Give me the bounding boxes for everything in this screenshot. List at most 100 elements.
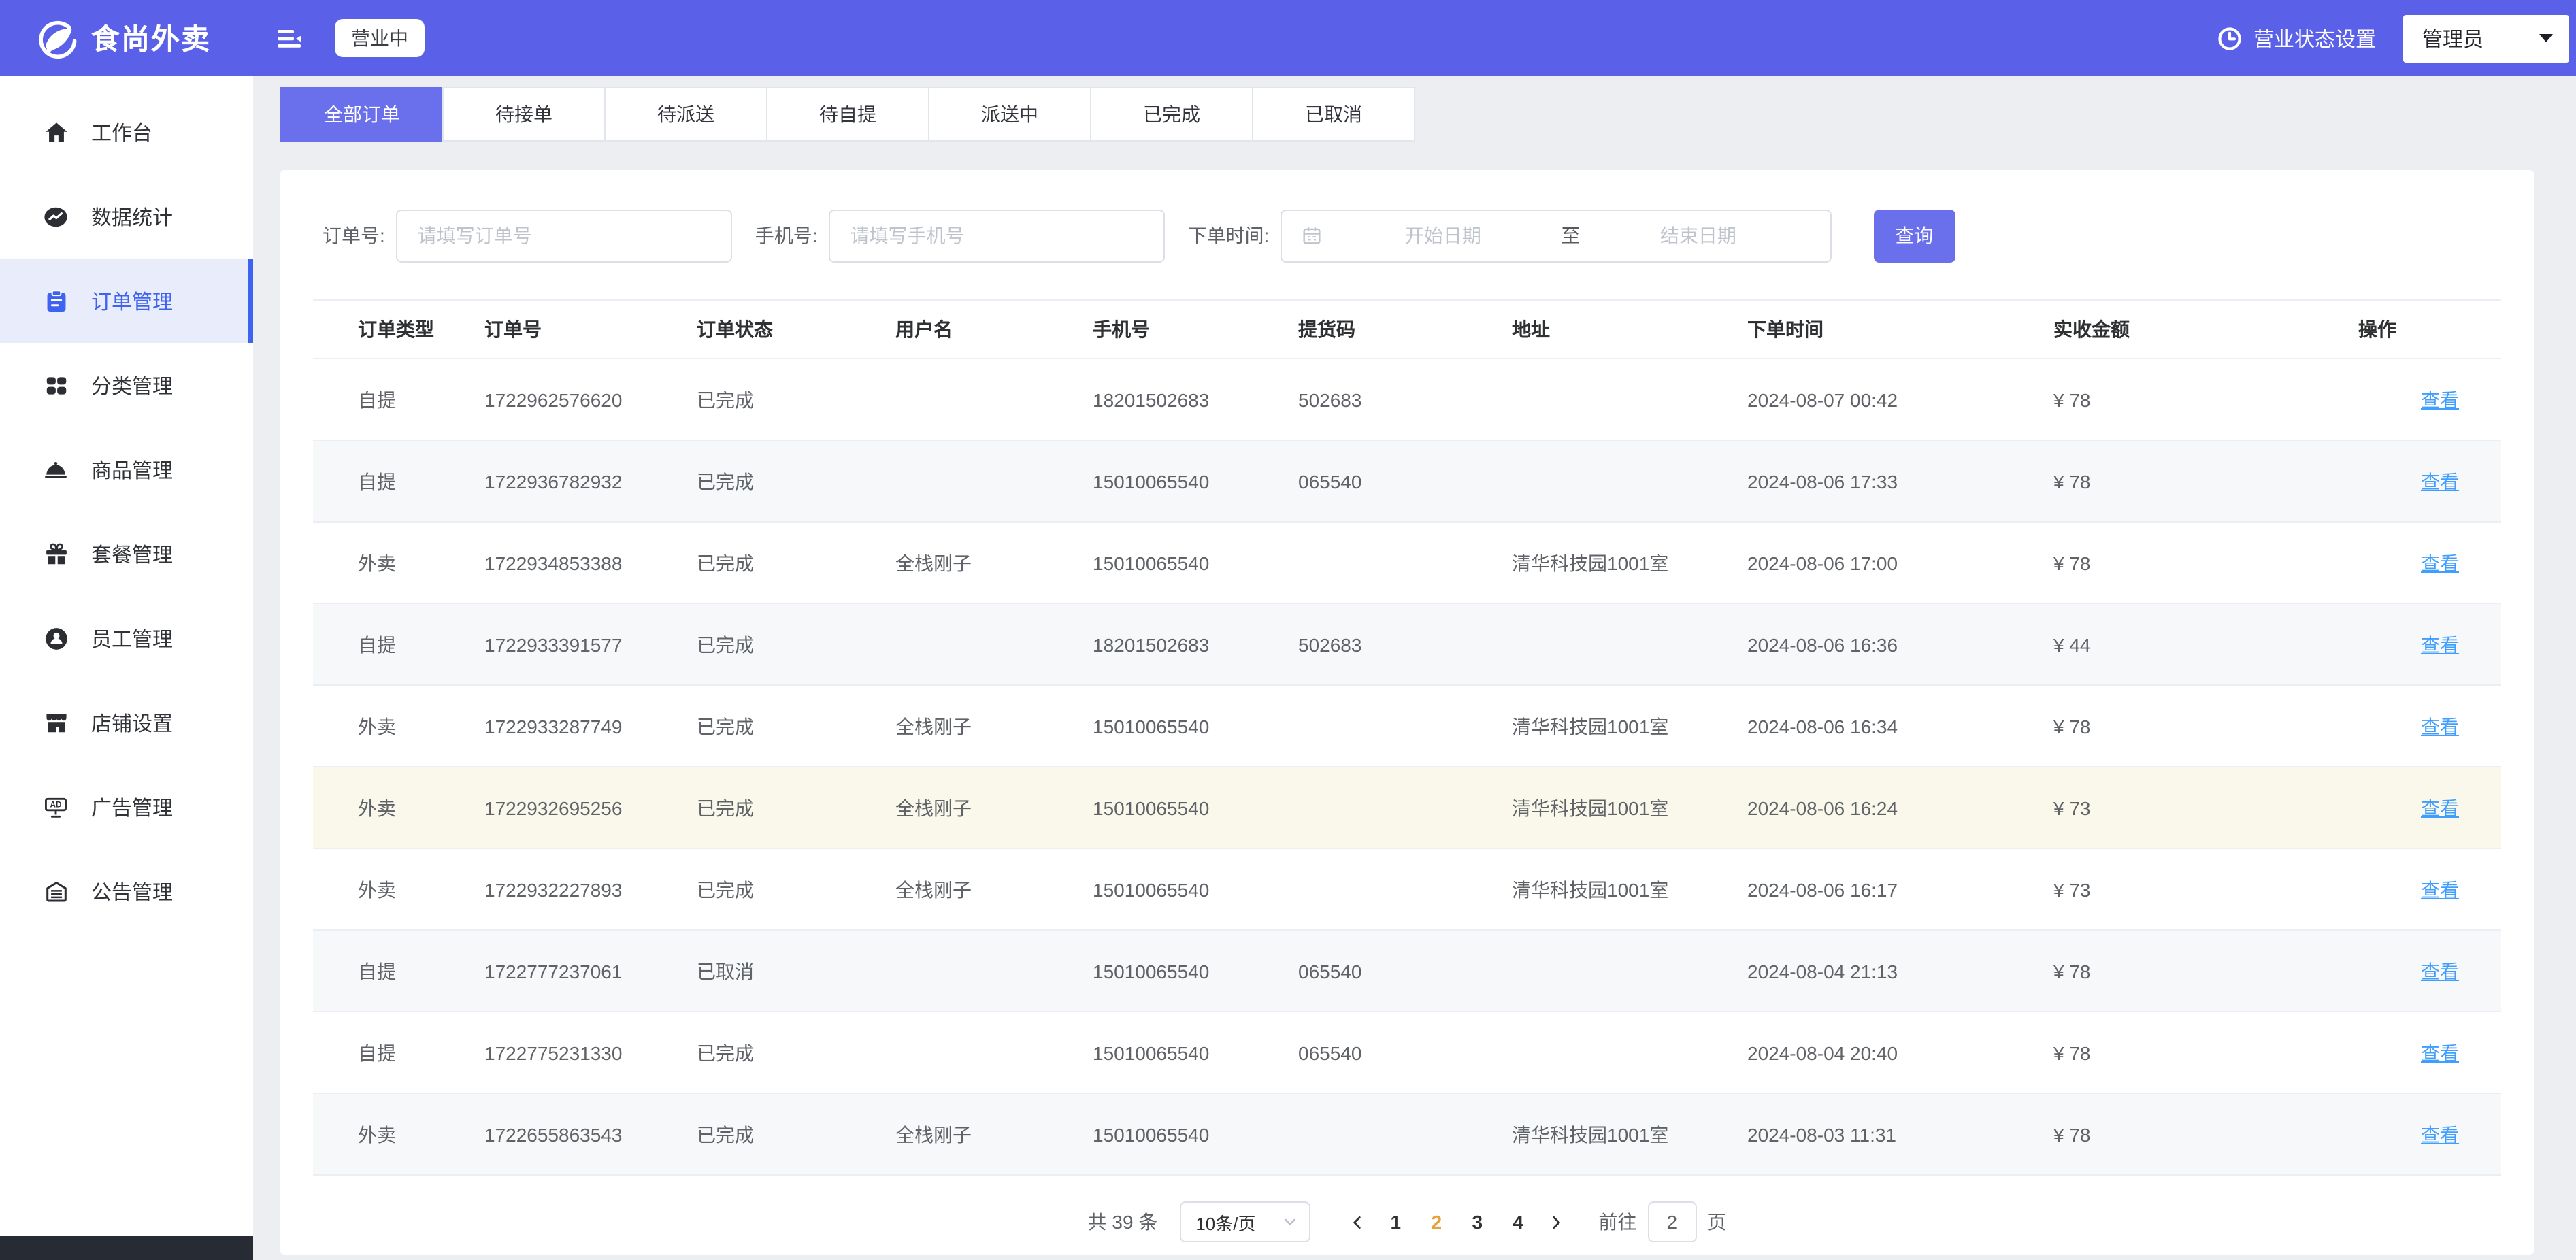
view-link[interactable]: 查看 <box>2421 552 2459 574</box>
sidebar-item-workbench[interactable]: 工作台 <box>0 90 253 174</box>
tab-pending-accept[interactable]: 待接单 <box>442 87 606 142</box>
cell-order-no: 1722775231330 <box>484 1042 697 1063</box>
sidebar-item-categories[interactable]: 分类管理 <box>0 343 253 427</box>
col-username: 用户名 <box>895 316 1093 343</box>
cell-amount: ¥ 78 <box>2053 1123 2358 1145</box>
sidebar-item-label: 商品管理 <box>91 455 173 484</box>
sidebar-item-combos[interactable]: 套餐管理 <box>0 512 253 596</box>
phone-input[interactable] <box>829 209 1165 262</box>
sidebar-item-employees[interactable]: 员工管理 <box>0 596 253 680</box>
tab-delivering[interactable]: 派送中 <box>928 87 1091 142</box>
cell-order-no: 1722936782932 <box>484 470 697 492</box>
cell-type: 自提 <box>313 467 484 495</box>
orders-card: 订单号: 手机号: 下单时间: 开始日期 至 结束日期 <box>280 170 2534 1255</box>
cell-time: 2024-08-06 17:00 <box>1747 552 2053 574</box>
view-link[interactable]: 查看 <box>2421 1123 2459 1145</box>
tab-completed[interactable]: 已完成 <box>1090 87 1253 142</box>
brand: 食尚外卖 <box>0 15 253 61</box>
cell-status: 已完成 <box>697 712 895 740</box>
prev-page-button[interactable] <box>1340 1201 1375 1242</box>
sidebar: 工作台 数据统计 订单管理 分类管理 <box>0 76 253 1260</box>
employee-icon <box>42 625 69 652</box>
table-row: 自提1722775231330已完成150100655400655402024-… <box>313 1012 2501 1094</box>
top-bar: 食尚外卖 营业中 营业状态设置 管理员 <box>0 0 2576 76</box>
sidebar-item-dishes[interactable]: 商品管理 <box>0 427 253 512</box>
table-row: 外卖1722655863543已完成全栈刚子15010065540清华科技园10… <box>313 1094 2501 1176</box>
goto-page-input[interactable] <box>1647 1201 1696 1242</box>
cell-address: 清华科技园1001室 <box>1512 876 1747 903</box>
view-link[interactable]: 查看 <box>2421 633 2459 655</box>
search-button[interactable]: 查询 <box>1873 209 1955 262</box>
cell-username: 全栈刚子 <box>895 876 1093 903</box>
date-range-input[interactable]: 开始日期 至 结束日期 <box>1280 209 1831 262</box>
cell-status: 已完成 <box>697 794 895 821</box>
status-badge: 营业中 <box>335 19 425 57</box>
caret-down-icon <box>2539 34 2553 42</box>
view-link[interactable]: 查看 <box>2421 715 2459 737</box>
view-link[interactable]: 查看 <box>2421 1042 2459 1063</box>
tab-all-orders[interactable]: 全部订单 <box>280 87 444 142</box>
cell-actions: 查看 <box>2358 957 2501 984</box>
cell-time: 2024-08-07 00:42 <box>1747 388 2053 410</box>
cell-actions: 查看 <box>2358 1039 2501 1066</box>
business-status-button[interactable]: 营业状态设置 <box>2217 24 2376 52</box>
end-date-placeholder[interactable]: 结束日期 <box>1585 222 1811 249</box>
user-dropdown[interactable]: 管理员 <box>2403 14 2569 62</box>
sidebar-item-ads[interactable]: AD 广告管理 <box>0 765 253 849</box>
view-link[interactable]: 查看 <box>2421 797 2459 818</box>
cell-status: 已完成 <box>697 386 895 413</box>
svg-text:AD: AD <box>50 799 62 808</box>
table-row: 自提1722962576620已完成182015026835026832024-… <box>313 359 2501 441</box>
cell-order-no: 1722932695256 <box>484 797 697 818</box>
next-page-button[interactable] <box>1538 1201 1574 1242</box>
pagination: 共 39 条 10条/页 1234 前往 页 <box>313 1200 2501 1244</box>
page-number-2[interactable]: 2 <box>1417 1201 1455 1242</box>
page-number-3[interactable]: 3 <box>1458 1201 1496 1242</box>
range-separator: 至 <box>1555 222 1585 249</box>
cell-username: 全栈刚子 <box>895 1121 1093 1148</box>
table-row: 自提1722936782932已完成150100655400655402024-… <box>313 441 2501 523</box>
order-no-input[interactable] <box>396 209 732 262</box>
tab-pending-pickup[interactable]: 待自提 <box>766 87 929 142</box>
pagination-total: 共 39 条 <box>1088 1208 1158 1236</box>
home-icon <box>42 118 69 146</box>
cell-phone: 15010065540 <box>1093 1042 1298 1063</box>
sidebar-item-notices[interactable]: 公告管理 <box>0 849 253 933</box>
tab-pending-dispatch[interactable]: 待派送 <box>604 87 767 142</box>
topbar-right: 营业状态设置 管理员 <box>2217 14 2576 62</box>
page-numbers: 1234 <box>1375 1201 1538 1242</box>
cell-status: 已取消 <box>697 957 895 984</box>
page-number-1[interactable]: 1 <box>1376 1201 1415 1242</box>
cell-type: 自提 <box>313 1039 484 1066</box>
sidebar-footer-bar[interactable] <box>0 1236 253 1260</box>
tab-cancelled[interactable]: 已取消 <box>1252 87 1415 142</box>
view-link[interactable]: 查看 <box>2421 878 2459 900</box>
filter-bar: 订单号: 手机号: 下单时间: 开始日期 至 结束日期 <box>323 208 2501 263</box>
sidebar-collapse-icon[interactable] <box>272 22 305 54</box>
view-link[interactable]: 查看 <box>2421 960 2459 982</box>
cell-amount: ¥ 78 <box>2053 715 2358 737</box>
sidebar-item-orders[interactable]: 订单管理 <box>0 259 253 343</box>
cell-actions: 查看 <box>2358 467 2501 495</box>
view-link[interactable]: 查看 <box>2421 470 2459 492</box>
orders-table: 订单类型 订单号 订单状态 用户名 手机号 提货码 地址 下单时间 实收金额 操… <box>313 299 2501 1176</box>
view-link[interactable]: 查看 <box>2421 388 2459 410</box>
cell-time: 2024-08-04 20:40 <box>1747 1042 2053 1063</box>
page-number-4[interactable]: 4 <box>1499 1201 1537 1242</box>
start-date-placeholder[interactable]: 开始日期 <box>1330 222 1555 249</box>
business-status-label: 营业状态设置 <box>2253 24 2376 52</box>
cell-time: 2024-08-04 21:13 <box>1747 960 2053 982</box>
col-phone: 手机号 <box>1093 316 1298 343</box>
chevron-down-icon <box>1281 1214 1298 1230</box>
col-address: 地址 <box>1512 316 1747 343</box>
cell-type: 外卖 <box>313 1121 484 1148</box>
sidebar-item-statistics[interactable]: 数据统计 <box>0 174 253 259</box>
cell-phone: 18201502683 <box>1093 388 1298 410</box>
cell-amount: ¥ 78 <box>2053 552 2358 574</box>
ad-icon: AD <box>42 793 69 820</box>
page-size-select[interactable]: 10条/页 <box>1179 1201 1310 1242</box>
sidebar-item-shop-settings[interactable]: 店铺设置 <box>0 680 253 765</box>
cell-address: 清华科技园1001室 <box>1512 794 1747 821</box>
cell-amount: ¥ 78 <box>2053 388 2358 410</box>
shop-icon <box>42 709 69 736</box>
